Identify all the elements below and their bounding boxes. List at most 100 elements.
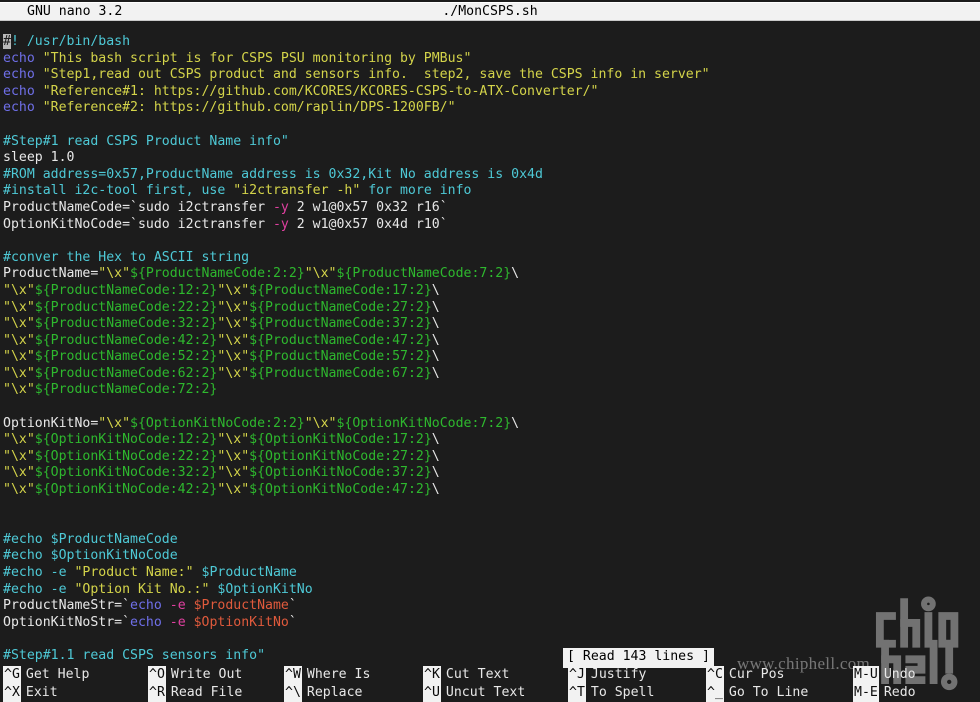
editor-line: #install i2c-tool first, use "i2ctransfe…: [0, 183, 980, 200]
shortcut-go-to-line[interactable]: ^_ Go To Line: [706, 683, 809, 702]
code-token: "\x": [3, 448, 35, 464]
code-token: ${ProductNameCode:22:2}: [34, 299, 218, 315]
editor-line: #conver the Hex to ASCII string: [0, 250, 980, 267]
shortcut-label: Read File: [170, 684, 243, 700]
code-token: "\x": [3, 365, 35, 381]
code-token: ${ProductNameCode:42:2}: [34, 332, 218, 348]
code-token: ${ProductNameCode:57:2}: [249, 349, 432, 365]
code-token: #conver the Hex to ASCII string: [3, 249, 250, 265]
shortcut-get-help[interactable]: ^G Get Help: [3, 665, 90, 685]
shortcut-key: ^T: [568, 683, 586, 702]
code-token: "\x": [217, 465, 250, 481]
code-token: #echo $ProductNameCode: [3, 531, 178, 547]
code-token: \: [431, 465, 440, 481]
code-token: #Step#1 read CSPS Product Name info": [3, 133, 289, 149]
shortcut-to-spell[interactable]: ^T To Spell: [568, 683, 654, 702]
editor-line: "\x"${OptionKitNoCode:22:2}"\x"${OptionK…: [0, 449, 980, 466]
shortcut-key: ^G: [3, 665, 21, 685]
code-token: ${ProductNameCode:17:2}: [249, 282, 432, 298]
code-token: for more info: [360, 183, 472, 199]
code-token: $OptionKitNo: [193, 614, 289, 630]
code-token: #: [3, 34, 11, 49]
code-token: ${ProductNameCode:7:2}: [336, 266, 512, 282]
code-token: "\x": [3, 432, 35, 448]
code-token: #echo $OptionKitNoCode: [3, 548, 178, 564]
code-token: "\x": [217, 332, 250, 348]
shortcut-undo[interactable]: M-U Undo: [853, 665, 916, 685]
code-token: \: [431, 299, 440, 315]
shortcut-cut-text[interactable]: ^K Cut Text: [423, 665, 525, 685]
editor-line: echo "Reference#1: https://github.com/KC…: [0, 84, 980, 101]
code-token: \: [431, 365, 440, 381]
code-token: ${ProductNameCode:67:2}: [249, 365, 432, 381]
code-token: ${OptionKitNoCode:12:2}: [34, 432, 218, 448]
code-token: ! /usr/bin/bash: [10, 34, 131, 49]
editor-line: #Step#1 read CSPS Product Name info": [0, 134, 980, 151]
code-token: ${ProductNameCode:27:2}: [249, 299, 432, 315]
shortcut-cur-pos[interactable]: ^C Cur Pos: [706, 665, 808, 685]
shortcut-key: M-E: [853, 683, 879, 702]
editor-text-area[interactable]: #! /usr/bin/bash echo "This bash script i…: [0, 34, 980, 665]
shortcut-column: ^W Where Is ^\ Replace: [284, 665, 370, 702]
shortcut-key: ^_: [706, 683, 724, 702]
shortcut-read-file[interactable]: ^R Read File: [148, 683, 243, 702]
code-token: ProductNameStr=`: [3, 598, 131, 614]
open-filename-label: ./MonCSPS.sh: [442, 4, 538, 19]
code-token: "\x": [217, 365, 250, 381]
editor-line: echo "Step1,read out CSPS product and se…: [0, 67, 980, 84]
shortcut-justify[interactable]: ^J Justify: [568, 665, 654, 685]
shortcut-where-is[interactable]: ^W Where Is: [284, 665, 370, 685]
editor-line: OptionKitNoCode=`sudo i2ctransfer -y 2 w…: [0, 217, 980, 234]
code-token: \: [431, 282, 440, 298]
code-token: echo: [130, 614, 170, 630]
code-token: `: [288, 614, 297, 630]
code-token: "\x": [3, 332, 35, 348]
code-token: "Product Name:": [74, 565, 194, 580]
shortcut-label: Uncut Text: [445, 684, 526, 700]
shortcut-label: Undo: [883, 666, 916, 682]
code-token: "\x": [3, 465, 35, 481]
shortcut-column: ^J Justify ^T To Spell: [568, 665, 654, 702]
editor-line: OptionKitNoStr=`echo -e $OptionKitNo`: [0, 615, 980, 632]
shortcut-column: ^C Cur Pos ^_ Go To Line: [706, 665, 809, 702]
code-token: -e: [169, 598, 194, 614]
code-token: "\x": [98, 266, 131, 282]
code-token: #Step#1.1 read CSPS sensors info": [3, 647, 266, 663]
editor-line: echo "Reference#2: https://github.com/ra…: [0, 100, 980, 117]
code-token: "\x": [217, 482, 250, 498]
code-token: "\x": [217, 299, 250, 315]
shortcut-replace[interactable]: ^\ Replace: [284, 683, 370, 702]
shortcut-label: Go To Line: [728, 684, 809, 700]
code-token: OptionKitNo=: [3, 415, 99, 431]
code-token: "\x": [217, 349, 250, 365]
code-token: "\x": [3, 299, 35, 315]
code-token: ${ProductNameCode:32:2}: [34, 316, 218, 332]
shortcut-label: Get Help: [25, 666, 90, 682]
code-token: ${ProductNameCode:2:2}: [130, 266, 305, 282]
shortcut-redo[interactable]: M-E Redo: [853, 683, 916, 702]
editor-line: #Step#1.1 read CSPS sensors info": [0, 648, 980, 665]
editor-line: ProductNameStr=`echo -e $ProductName`: [0, 598, 980, 615]
shortcut-key: ^\: [284, 683, 302, 702]
shortcut-uncut-text[interactable]: ^U Uncut Text: [423, 683, 526, 702]
status-message: [ Read 143 lines ]: [563, 648, 714, 668]
code-token: "Reference#2: https://github.com/raplin/…: [42, 100, 456, 116]
editor-line: "\x"${ProductNameCode:12:2}"\x"${Product…: [0, 283, 980, 300]
code-token: \: [431, 432, 440, 448]
code-token: "\x": [217, 316, 250, 332]
code-token: -y: [272, 199, 289, 215]
code-token: echo: [3, 67, 43, 83]
code-token: \: [511, 415, 520, 431]
editor-line: ProductName="\x"${ProductNameCode:2:2}"\…: [0, 266, 980, 283]
code-token: ProductNameCode=`sudo i2ctransfer: [3, 199, 273, 215]
code-token: $OptionKitNo: [209, 581, 313, 597]
editor-line: #! /usr/bin/bash: [0, 34, 980, 51]
shortcut-exit[interactable]: ^X Exit: [3, 683, 89, 702]
shortcut-label: Replace: [306, 684, 363, 700]
shortcut-write-out[interactable]: ^O Write Out: [148, 665, 242, 685]
code-token: "\x": [217, 448, 250, 464]
code-token: ${ProductNameCode:47:2}: [249, 332, 432, 348]
